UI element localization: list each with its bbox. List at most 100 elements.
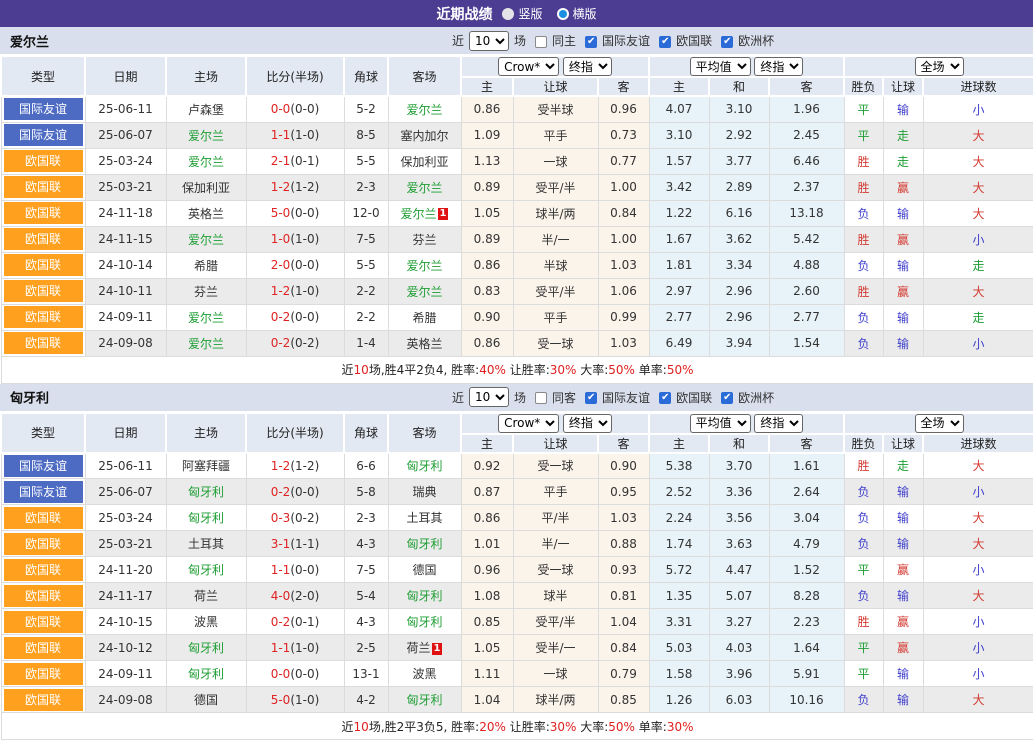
away-team-cell: 匈牙利: [388, 687, 461, 713]
handicap-result-cell: 输: [883, 479, 923, 505]
date-cell: 25-03-24: [85, 505, 166, 531]
score-cell: 4-0(2-0): [246, 583, 344, 609]
match-row: 欧国联25-03-21土耳其3-1(1-1)4-3匈牙利1.01半/一0.881…: [1, 531, 1033, 557]
away-team-cell: 匈牙利: [388, 453, 461, 479]
goals-result-cell: 走: [923, 304, 1033, 330]
league-type-badge: 国际友谊: [4, 481, 83, 503]
handicap-result-cell: 输: [883, 330, 923, 356]
radio-icon[interactable]: [502, 8, 514, 20]
fulltime-score: 1-2: [271, 180, 291, 194]
full-match-select[interactable]: 全场: [915, 414, 964, 433]
avg-away-odds-cell: 4.79: [769, 531, 844, 557]
summary-segment: 30%: [550, 720, 577, 734]
friendly-checkbox[interactable]: [585, 36, 597, 48]
league-type-cell: 欧国联: [1, 505, 85, 531]
avg-home-odds-cell: 3.10: [649, 122, 709, 148]
asian-handicap-cell: 受一球: [513, 453, 598, 479]
match-row: 国际友谊25-06-11卢森堡0-0(0-0)5-2爱尔兰0.86受半球0.96…: [1, 96, 1033, 122]
asian-home-odds-cell: 1.08: [461, 583, 513, 609]
bookmaker-select[interactable]: Crow*: [498, 57, 559, 76]
asian-away-odds-cell: 1.03: [598, 505, 649, 531]
home-team-cell: 英格兰: [166, 200, 246, 226]
goals-result-cell: 大: [923, 122, 1033, 148]
handicap-result-cell: 赢: [883, 635, 923, 661]
corner-cell: 2-3: [344, 505, 388, 531]
home-team-cell: 匈牙利: [166, 661, 246, 687]
nations-league-label: 欧国联: [676, 389, 712, 406]
league-type-cell: 国际友谊: [1, 122, 85, 148]
bookmaker-group-header: Crow* 终指: [461, 413, 649, 434]
fulltime-score: 2-0: [271, 258, 291, 272]
league-type-cell: 欧国联: [1, 252, 85, 278]
bookmaker-select[interactable]: Crow*: [498, 414, 559, 433]
radio-vertical-layout[interactable]: 竖版: [502, 5, 542, 22]
wdl-result-cell: 胜: [844, 278, 883, 304]
same-venue-checkbox[interactable]: [535, 392, 547, 404]
euro-cup-checkbox[interactable]: [721, 36, 733, 48]
fulltime-score: 4-0: [271, 589, 291, 603]
summary-segment: 近: [342, 720, 354, 734]
league-type-cell: 欧国联: [1, 609, 85, 635]
date-cell: 25-03-24: [85, 148, 166, 174]
avg-away-odds-cell: 2.45: [769, 122, 844, 148]
avg-home-odds-cell: 1.58: [649, 661, 709, 687]
league-type-badge: 欧国联: [4, 637, 83, 659]
date-cell: 25-03-21: [85, 174, 166, 200]
col-home: 主场: [166, 413, 246, 453]
games-count-select[interactable]: 10: [469, 387, 509, 407]
col-asian-away: 客: [598, 77, 649, 96]
goals-result-cell: 大: [923, 453, 1033, 479]
asian-handicap-cell: 受平/半: [513, 609, 598, 635]
same-venue-checkbox[interactable]: [535, 36, 547, 48]
results-table-hungary: 类型 日期 主场 比分(半场) 角球 客场 Crow* 终指 平均值 终指 全场…: [0, 412, 1033, 740]
nations-league-checkbox[interactable]: [659, 36, 671, 48]
league-type-badge: 欧国联: [4, 663, 83, 685]
goals-result-cell: 大: [923, 200, 1033, 226]
handicap-result-cell: 走: [883, 148, 923, 174]
col-date: 日期: [85, 56, 166, 96]
goals-result-cell: 大: [923, 174, 1033, 200]
avg-draw-odds-cell: 3.62: [709, 226, 769, 252]
average-select[interactable]: 平均值: [690, 57, 751, 76]
avg-away-odds-cell: 6.46: [769, 148, 844, 174]
final-odds-select-2[interactable]: 终指: [754, 57, 803, 76]
corner-cell: 2-5: [344, 635, 388, 661]
radio-horizontal-layout[interactable]: 横版: [557, 5, 597, 22]
goals-result-cell: 大: [923, 505, 1033, 531]
avg-away-odds-cell: 13.18: [769, 200, 844, 226]
match-row: 国际友谊25-06-11阿塞拜疆1-2(1-2)6-6匈牙利0.92受一球0.9…: [1, 453, 1033, 479]
handicap-result-cell: 走: [883, 453, 923, 479]
average-select[interactable]: 平均值: [690, 414, 751, 433]
col-wdl: 胜负: [844, 434, 883, 453]
score-cell: 0-0(0-0): [246, 661, 344, 687]
home-team-cell: 卢森堡: [166, 96, 246, 122]
corner-cell: 5-2: [344, 96, 388, 122]
league-type-cell: 欧国联: [1, 635, 85, 661]
date-cell: 25-06-07: [85, 479, 166, 505]
league-type-cell: 欧国联: [1, 278, 85, 304]
games-count-select[interactable]: 10: [469, 31, 509, 51]
full-match-select[interactable]: 全场: [915, 57, 964, 76]
goals-result-cell: 小: [923, 635, 1033, 661]
league-type-badge: 欧国联: [4, 228, 83, 250]
date-cell: 24-10-14: [85, 252, 166, 278]
final-odds-select-1[interactable]: 终指: [563, 414, 612, 433]
score-cell: 0-2(0-0): [246, 304, 344, 330]
summary-segment: 近: [342, 363, 354, 377]
wdl-result-cell: 负: [844, 200, 883, 226]
nations-league-checkbox[interactable]: [659, 392, 671, 404]
friendly-checkbox[interactable]: [585, 392, 597, 404]
home-team-cell: 匈牙利: [166, 479, 246, 505]
final-odds-select-1[interactable]: 终指: [563, 57, 612, 76]
col-avg-draw: 和: [709, 434, 769, 453]
date-cell: 24-10-12: [85, 635, 166, 661]
away-team-cell: 英格兰: [388, 330, 461, 356]
euro-cup-checkbox[interactable]: [721, 392, 733, 404]
summary-segment: 50%: [608, 720, 635, 734]
avg-away-odds-cell: 2.77: [769, 304, 844, 330]
radio-icon[interactable]: [557, 8, 569, 20]
final-odds-select-2[interactable]: 终指: [754, 414, 803, 433]
asian-away-odds-cell: 1.03: [598, 252, 649, 278]
halftime-score: (0-0): [290, 102, 319, 116]
summary-segment: 单率:: [635, 720, 667, 734]
